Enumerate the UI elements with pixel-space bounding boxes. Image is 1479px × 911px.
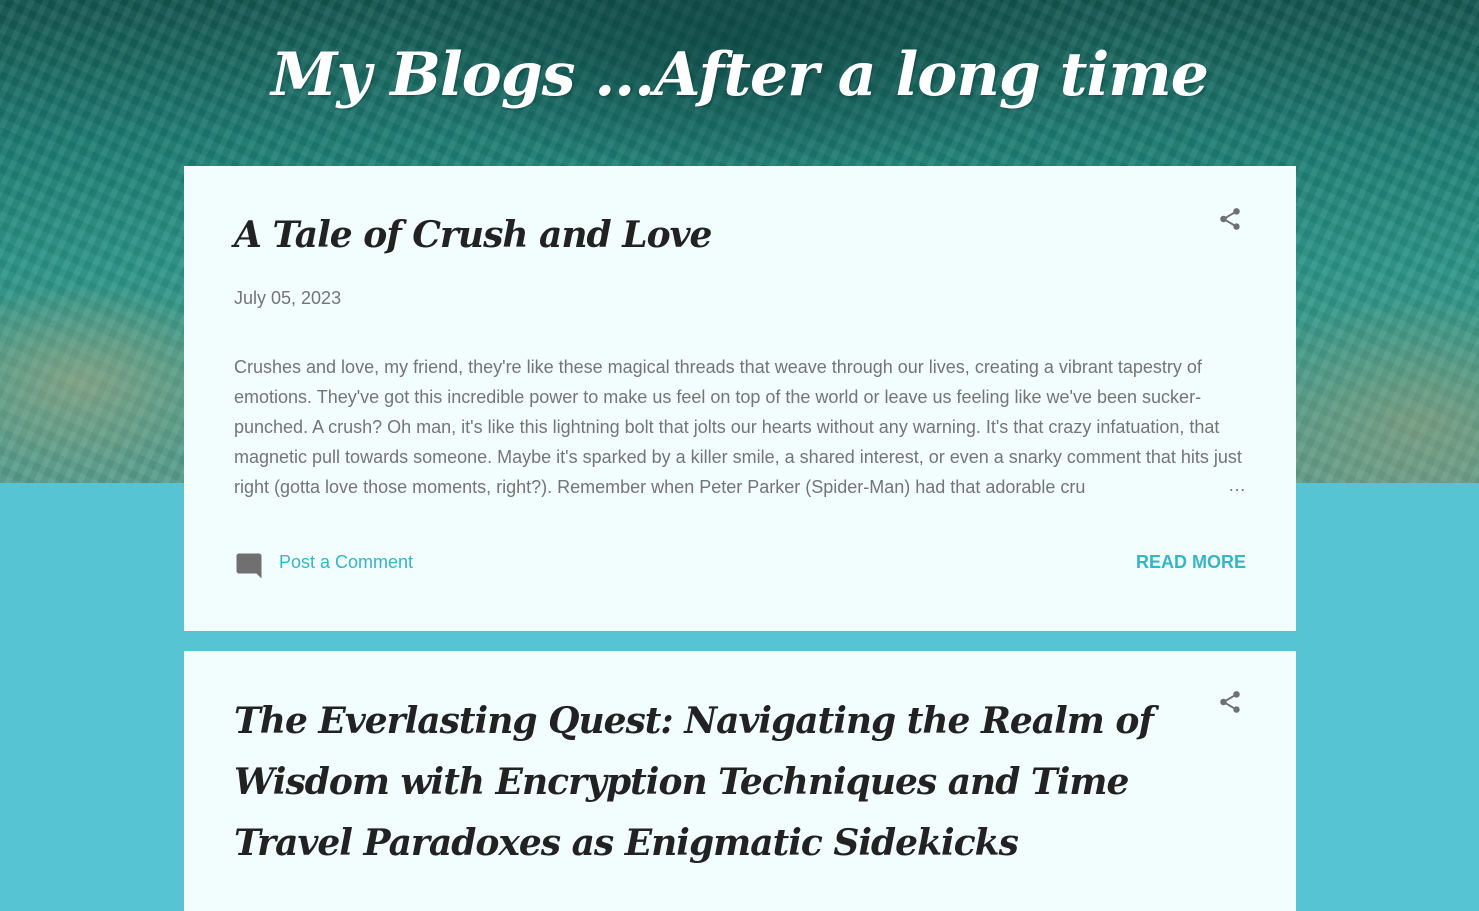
share-icon[interactable] <box>1217 689 1243 715</box>
comment-icon[interactable] <box>234 551 264 581</box>
post-comment-link[interactable]: Post a Comment <box>279 552 413 573</box>
post-snippet: Crushes and love, my friend, they're lik… <box>234 357 1242 497</box>
post-title[interactable]: A Tale of Crush and Love <box>234 210 712 260</box>
post-date[interactable]: July 05, 2023 <box>234 288 341 309</box>
share-icon[interactable] <box>1217 206 1243 232</box>
snippet-ellipsis: … <box>1228 475 1246 495</box>
blog-title[interactable]: My Blogs ...After a long time <box>0 30 1479 120</box>
post-title[interactable]: The Everlasting Quest: Navigating the Re… <box>234 691 1194 874</box>
post-card: A Tale of Crush and Love July 05, 2023 C… <box>184 166 1296 631</box>
read-more-button[interactable]: READ MORE <box>1136 552 1246 573</box>
post-snippet-container: Crushes and love, my friend, they're lik… <box>234 352 1246 502</box>
post-card: The Everlasting Quest: Navigating the Re… <box>184 651 1296 911</box>
